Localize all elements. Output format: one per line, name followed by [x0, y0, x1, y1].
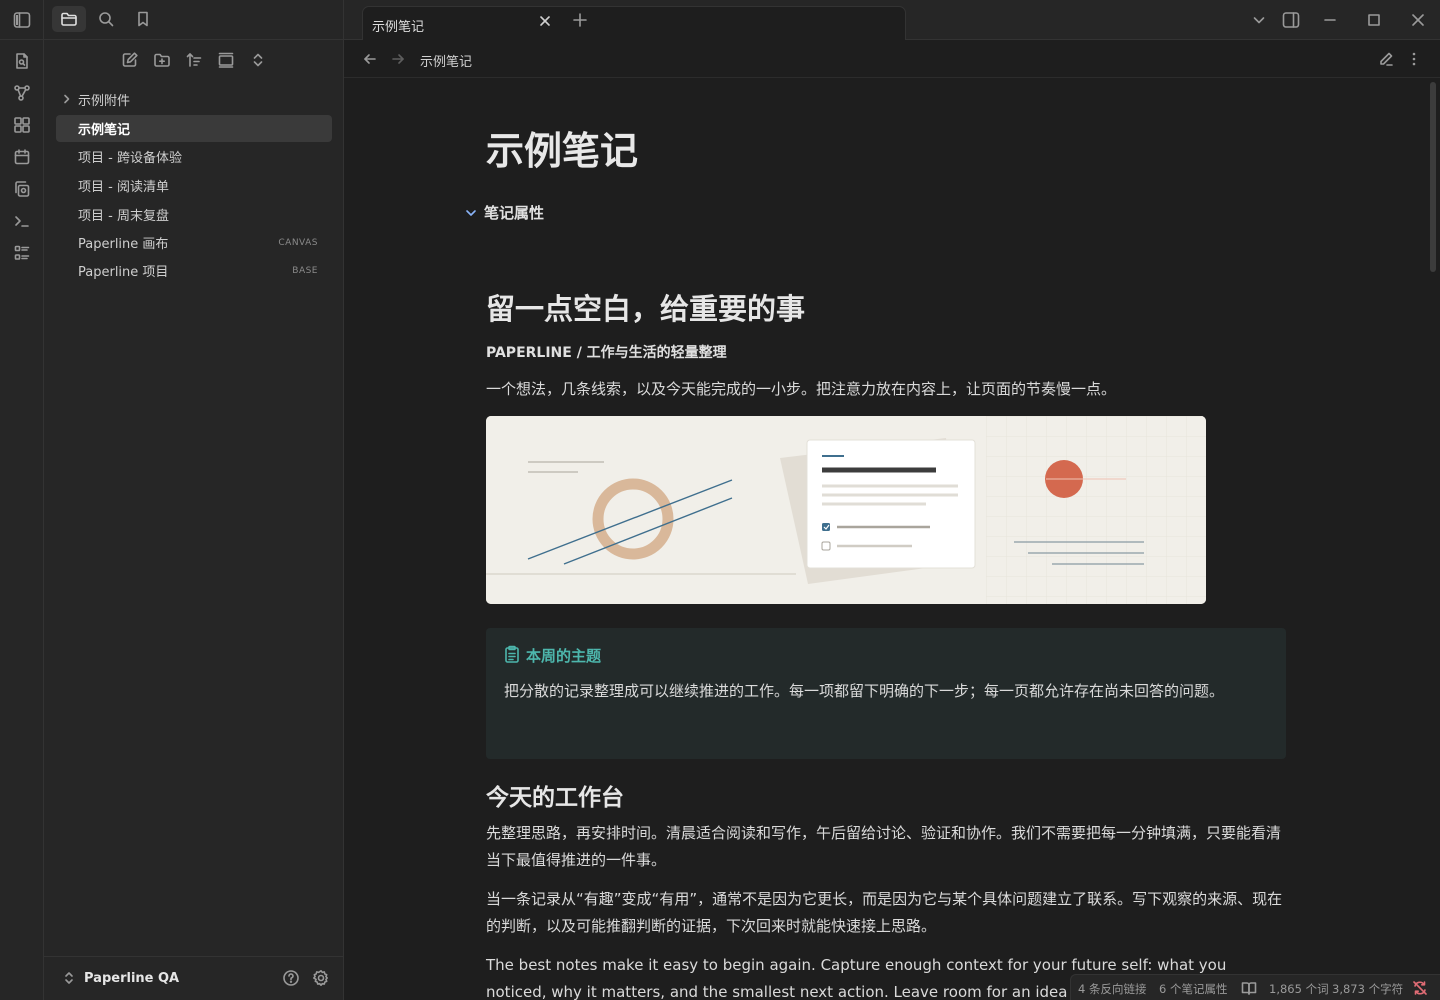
heading-1: 留一点空白，给重要的事	[486, 292, 806, 326]
file-item[interactable]: Paperline 项目 BASE	[56, 257, 332, 284]
file-label: 示例笔记	[78, 123, 131, 138]
tab-active-note[interactable]: 示例笔记	[362, 6, 906, 40]
backlinks-count[interactable]: 4 条反向链接	[1078, 981, 1146, 997]
file-item[interactable]: 项目 - 跨设备体验	[56, 143, 332, 170]
character-count: 3,873 个字符	[1332, 982, 1404, 996]
view-title-breadcrumb[interactable]: 示例笔记	[420, 51, 472, 70]
right-sidebar-toggle-icon[interactable]	[1281, 10, 1301, 30]
back-arrow-icon[interactable]	[360, 49, 380, 69]
chevron-right-icon	[62, 94, 72, 104]
chevron-down-icon	[466, 209, 476, 216]
file-type-badge: BASE	[292, 265, 318, 276]
reading-mode-book-icon[interactable]	[1241, 980, 1257, 996]
more-options-icon[interactable]	[1404, 49, 1424, 69]
tab-title: 示例笔记	[372, 20, 425, 35]
file-type-badge: CANVAS	[278, 237, 318, 248]
forward-arrow-icon[interactable]	[388, 49, 408, 69]
command-palette-icon[interactable]	[10, 209, 34, 233]
open-quick-switcher-icon[interactable]	[10, 49, 34, 73]
word-count: 1,865 个词	[1269, 982, 1329, 996]
sync-disabled-icon[interactable]	[1412, 980, 1428, 996]
settings-gear-icon[interactable]	[312, 969, 330, 987]
file-label: 项目 - 周末复盘	[78, 209, 169, 224]
window-maximize-icon[interactable]	[1364, 10, 1384, 30]
file-label: 示例附件	[78, 94, 131, 109]
file-item[interactable]: 项目 - 周末复盘	[56, 201, 332, 228]
tab-list-chevron-down-icon[interactable]	[1249, 10, 1269, 30]
help-icon[interactable]	[282, 969, 300, 987]
bookmarks-tab[interactable]	[126, 6, 160, 32]
properties-count[interactable]: 6 个笔记属性	[1159, 981, 1227, 997]
new-note-icon[interactable]	[118, 48, 142, 72]
new-folder-icon[interactable]	[150, 48, 174, 72]
properties-header[interactable]: 笔记属性	[464, 202, 544, 223]
window-minimize-icon[interactable]	[1320, 10, 1340, 30]
auto-reveal-icon[interactable]	[214, 48, 238, 72]
window-close-icon[interactable]	[1408, 10, 1428, 30]
heading-2: 今天的工作台	[486, 785, 624, 811]
status-bar: 4 条反向链接 6 个笔记属性 1,865 个词 3,873 个字符	[1070, 974, 1440, 1000]
file-label: 项目 - 阅读清单	[78, 180, 169, 195]
ribbon-top	[0, 0, 43, 40]
bookmark-icon	[134, 10, 152, 28]
sidebar-toggle-icon[interactable]	[12, 10, 32, 30]
search-tab[interactable]	[89, 6, 123, 32]
file-item[interactable]: 项目 - 阅读清单	[56, 172, 332, 199]
note-content[interactable]: 示例笔记 笔记属性 留一点空白，给重要的事 PAPERLINE / 工作与生活的…	[344, 78, 1440, 1000]
search-icon	[97, 10, 115, 28]
close-tab-icon[interactable]	[538, 14, 552, 28]
scrollbar-thumb[interactable]	[1430, 82, 1436, 272]
subheading: PAPERLINE / 工作与生活的轻量整理	[486, 345, 727, 361]
daily-note-calendar-icon[interactable]	[10, 145, 34, 169]
callout-body: 把分散的记录整理成可以继续推进的工作。每一项都留下明确的下一步；每一页都允许存在…	[504, 682, 1225, 700]
properties-label: 笔记属性	[484, 204, 545, 222]
view-header: 示例笔记	[344, 40, 1440, 78]
graph-view-icon[interactable]	[10, 81, 34, 105]
tab-strip: 示例笔记	[344, 0, 1440, 40]
bases-list-icon[interactable]	[10, 241, 34, 265]
note-inline-title[interactable]: 示例笔记	[486, 120, 638, 175]
file-item[interactable]: Paperline 画布 CANVAS	[56, 229, 332, 256]
new-tab-plus-icon[interactable]	[570, 10, 590, 30]
edit-pencil-icon[interactable]	[1376, 49, 1396, 69]
clipboard-icon	[504, 645, 520, 663]
callout-box: 本周的主题 把分散的记录整理成可以继续推进的工作。每一项都留下明确的下一步；每一…	[486, 628, 1286, 759]
paragraph: 当一条记录从“有趣”变成“有用”，通常不是因为它更长，而是因为它与某个具体问题建…	[486, 890, 1283, 935]
sort-order-icon[interactable]	[182, 48, 206, 72]
callout-title: 本周的主题	[526, 647, 602, 665]
folder-item[interactable]: 示例附件	[56, 86, 332, 113]
hero-illustration	[486, 416, 1206, 604]
vault-switcher-bar: Paperline QA	[44, 956, 344, 1000]
file-item-active[interactable]: 示例笔记	[56, 115, 332, 142]
chevrons-up-down-icon[interactable]	[62, 971, 76, 985]
templates-copy-icon[interactable]	[10, 177, 34, 201]
left-ribbon	[0, 0, 44, 1000]
file-explorer-tab[interactable]	[52, 6, 86, 32]
file-label: Paperline 画布	[78, 237, 169, 252]
vault-name[interactable]: Paperline QA	[84, 971, 179, 986]
canvas-icon[interactable]	[10, 113, 34, 137]
paragraph: 先整理思路，再安排时间。清晨适合阅读和写作，午后留给讨论、验证和协作。我们不需要…	[486, 824, 1282, 869]
file-explorer-actions	[118, 48, 270, 72]
sidebar-tab-bar	[44, 0, 343, 40]
collapse-all-icon[interactable]	[246, 48, 270, 72]
intro-paragraph: 一个想法，几条线索，以及今天能完成的一小步。把注意力放在内容上，让页面的节奏慢一…	[486, 380, 1117, 398]
file-label: Paperline 项目	[78, 265, 169, 280]
file-label: 项目 - 跨设备体验	[78, 151, 182, 166]
file-explorer-sidebar: 示例附件 示例笔记 项目 - 跨设备体验 项目 - 阅读清单 项目 - 周末复盘…	[44, 0, 344, 1000]
